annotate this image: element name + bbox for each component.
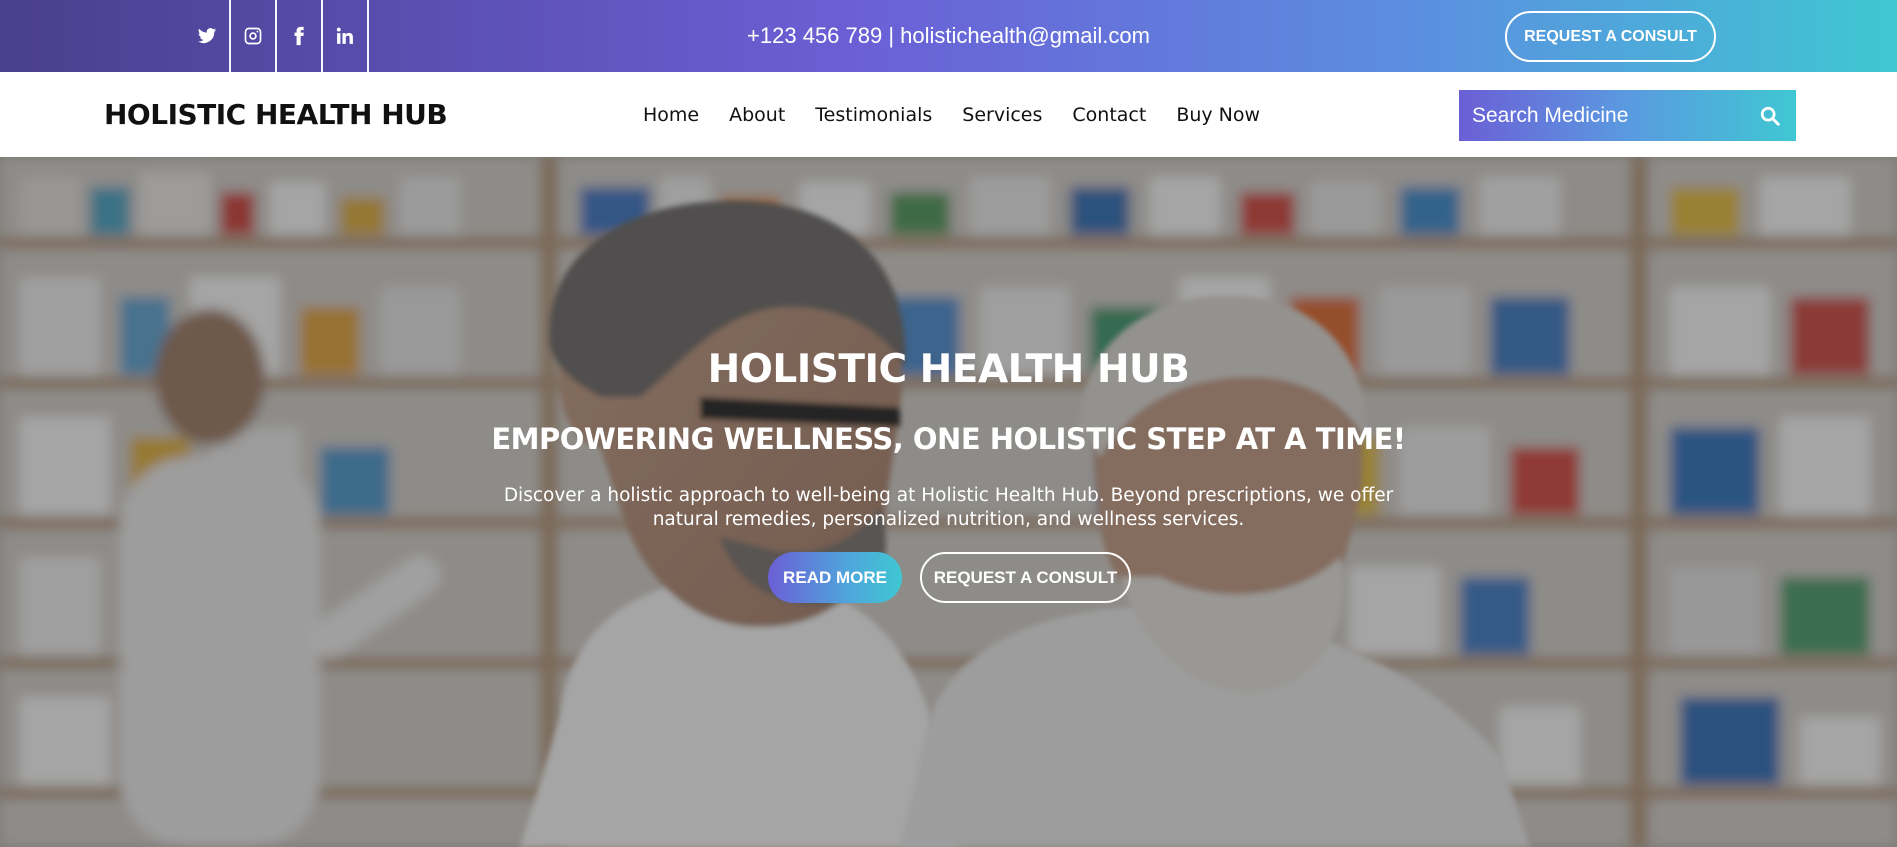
nav-item-contact[interactable]: Contact (1072, 104, 1146, 126)
search-button[interactable] (1743, 90, 1796, 141)
instagram-icon (244, 27, 262, 45)
nav-item-testimonials[interactable]: Testimonials (815, 104, 932, 126)
search-box (1459, 90, 1796, 141)
nav-item-services[interactable]: Services (962, 104, 1042, 126)
top-bar: +123 456 789 | holistichealth@gmail.com … (0, 0, 1897, 72)
hero-buttons: READ MORE REQUEST A CONSULT (768, 552, 1131, 603)
social-links (185, 0, 369, 72)
read-more-button[interactable]: READ MORE (768, 552, 902, 603)
instagram-link[interactable] (231, 0, 277, 72)
nav-menu: Home About Testimonials Services Contact… (643, 72, 1260, 157)
request-consult-top-button[interactable]: REQUEST A CONSULT (1505, 11, 1716, 62)
hero-description: Discover a holistic approach to well-bei… (503, 485, 1394, 530)
hero-subtitle: EMPOWERING WELLNESS, ONE HOLISTIC STEP A… (491, 422, 1406, 456)
facebook-icon (294, 26, 304, 46)
site-logo[interactable]: HOLISTIC HEALTH HUB (104, 72, 448, 157)
main-navbar: HOLISTIC HEALTH HUB Home About Testimoni… (0, 72, 1897, 157)
nav-item-buy-now[interactable]: Buy Now (1176, 104, 1260, 126)
nav-item-home[interactable]: Home (643, 104, 699, 126)
search-input[interactable] (1459, 90, 1743, 141)
search-icon (1760, 106, 1780, 126)
hero-title: HOLISTIC HEALTH HUB (707, 347, 1190, 392)
linkedin-link[interactable] (323, 0, 369, 72)
facebook-link[interactable] (277, 0, 323, 72)
twitter-link[interactable] (185, 0, 231, 72)
hero-section: HOLISTIC HEALTH HUB EMPOWERING WELLNESS,… (0, 157, 1897, 847)
twitter-icon (197, 28, 217, 44)
nav-item-about[interactable]: About (729, 104, 785, 126)
request-consult-hero-button[interactable]: REQUEST A CONSULT (920, 552, 1131, 603)
linkedin-icon (336, 27, 353, 44)
contact-text: +123 456 789 | holistichealth@gmail.com (747, 23, 1150, 48)
